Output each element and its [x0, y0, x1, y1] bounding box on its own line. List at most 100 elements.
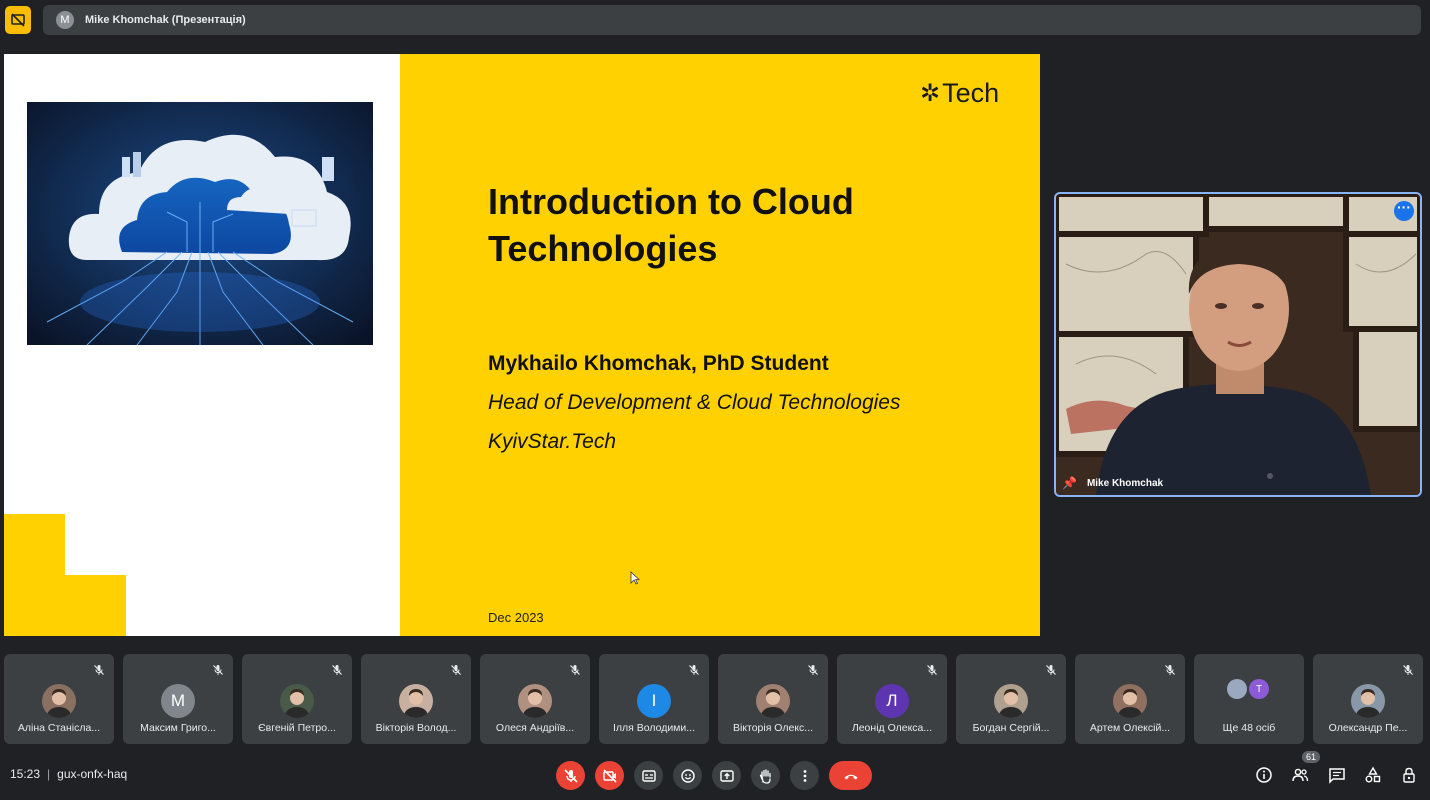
more-actions-button[interactable] [790, 761, 819, 790]
hang-up-icon [844, 774, 857, 779]
slide-date: Dec 2023 [488, 610, 544, 625]
participant-tile[interactable]: M Максим Григо... [123, 654, 233, 744]
meeting-details-button[interactable] [1253, 764, 1275, 786]
mic-muted-icon [1402, 663, 1414, 675]
participant-name: Євгеній Петро... [258, 722, 336, 734]
presenter-label: Mike Khomchak (Презентація) [85, 14, 246, 26]
slide-author: Mykhailo Khomchak, PhD Student [488, 352, 829, 375]
participant-name: Олександр Пе... [1328, 722, 1408, 734]
participant-tile[interactable]: Богдан Сергій... [956, 654, 1066, 744]
participant-tile[interactable]: Олеся Андріїв... [480, 654, 590, 744]
more-options-icon[interactable]: ··· [1394, 200, 1414, 221]
participant-tile[interactable]: Вікторія Олекс... [718, 654, 828, 744]
captions-button[interactable] [634, 761, 663, 790]
participant-tile[interactable]: Вікторія Волод... [361, 654, 471, 744]
current-time: 15:23 [10, 767, 41, 781]
participant-avatar-photo [994, 684, 1028, 718]
more-participants-avatars: Т [1227, 679, 1269, 699]
mic-muted-icon [1045, 663, 1057, 675]
present-screen-icon [719, 769, 734, 782]
mic-muted-icon [688, 663, 700, 675]
mic-muted-icon [331, 663, 343, 675]
participant-avatar-photo [1113, 684, 1147, 718]
participant-name: Артем Олексій... [1089, 722, 1171, 734]
participant-tile[interactable]: Л Леонід Олекса... [837, 654, 947, 744]
participant-name: Ще 48 осіб [1222, 722, 1276, 734]
people-icon [1292, 768, 1309, 782]
chat-icon [1329, 768, 1345, 784]
meeting-info: 15:23 | gux-onfx-haq [10, 767, 128, 781]
reactions-button[interactable] [673, 761, 702, 790]
participant-avatar-letter: І [637, 684, 671, 718]
mic-muted-icon [1164, 663, 1176, 675]
stop-presenting-icon[interactable] [5, 6, 31, 34]
speaker-video-tile[interactable]: ··· 📌 Mike Khomchak [1054, 192, 1422, 497]
slide-yellow-panel [400, 54, 1040, 636]
raise-hand-button[interactable] [751, 761, 780, 790]
presentation-bar[interactable]: M Mike Khomchak (Презентація) [43, 5, 1421, 35]
present-screen-button[interactable] [712, 761, 741, 790]
host-controls-button[interactable] [1398, 764, 1420, 786]
mic-muted-icon [569, 663, 581, 675]
participant-count-badge: 61 [1302, 751, 1321, 763]
emoji-icon [680, 768, 695, 783]
activities-button[interactable] [1362, 764, 1384, 786]
star-logo-icon: ✲ [920, 80, 941, 107]
participant-name: Ілля Володими... [612, 722, 696, 734]
mic-off-icon [563, 768, 578, 783]
mic-muted-icon [93, 663, 105, 675]
participant-tile[interactable]: Аліна Станісла... [4, 654, 114, 744]
participant-avatar-photo [42, 684, 76, 718]
participant-avatar-photo [1351, 684, 1385, 718]
participant-name: Олеся Андріїв... [495, 722, 575, 734]
lock-person-icon [1403, 767, 1415, 783]
presenter-avatar: M [56, 11, 74, 29]
more-vertical-icon [803, 769, 806, 782]
participant-avatar-photo [280, 684, 314, 718]
mic-muted-icon [212, 663, 224, 675]
camera-off-button[interactable] [595, 761, 624, 790]
participant-avatar-letter: Л [875, 684, 909, 718]
cloud-illustration [27, 102, 373, 345]
participants-strip: Аліна Станісла... M Максим Григо... Євгеній… [4, 654, 1423, 744]
captions-icon [641, 769, 656, 782]
participant-tile[interactable]: Євгеній Петро... [242, 654, 352, 744]
participant-tile[interactable]: І Ілля Володими... [599, 654, 709, 744]
mouse-cursor-icon [630, 571, 640, 585]
participant-avatar-photo [756, 684, 790, 718]
participant-avatar-letter: M [161, 684, 195, 718]
participant-tile[interactable]: Олександр Пе... [1313, 654, 1423, 744]
hand-icon [759, 768, 771, 784]
chat-button[interactable] [1326, 764, 1348, 786]
mic-muted-icon [807, 663, 819, 675]
participant-name: Богдан Сергій... [972, 722, 1050, 734]
slide-title: Introduction to Cloud Technologies [488, 181, 854, 269]
participant-name: Леонід Олекса... [851, 722, 933, 734]
pin-icon[interactable]: 📌 [1062, 476, 1077, 490]
participant-name: Вікторія Волод... [375, 722, 457, 734]
kyivstar-tech-logo: ✲ Tech [920, 78, 999, 109]
slide-decor-block [4, 514, 65, 636]
participant-avatar-letter: Т [1249, 679, 1269, 699]
mic-off-button[interactable] [556, 761, 585, 790]
slide-company: KyivStar.Tech [488, 430, 616, 453]
activities-icon [1365, 766, 1381, 783]
presentation-slide: ✲ Tech Introduction to Cloud Technologie… [4, 54, 1040, 636]
speaker-name-label: 📌 Mike Khomchak [1062, 476, 1163, 490]
participant-avatar-photo [399, 684, 433, 718]
participant-avatar-photo [518, 684, 552, 718]
logo-text: Tech [942, 78, 1000, 108]
meeting-code: gux-onfx-haq [57, 767, 128, 781]
people-button[interactable] [1289, 764, 1311, 786]
participant-tile[interactable]: Артем Олексій... [1075, 654, 1185, 744]
participant-tile[interactable]: Т Ще 48 осіб [1194, 654, 1304, 744]
info-icon [1256, 767, 1272, 783]
slide-decor-block [65, 575, 126, 636]
speaker-video [1056, 194, 1420, 495]
participant-name: Вікторія Олекс... [732, 722, 814, 734]
end-call-button[interactable] [829, 761, 872, 790]
speaker-name: Mike Khomchak [1086, 477, 1164, 489]
camera-off-icon [602, 768, 617, 783]
slide-role: Head of Development & Cloud Technologies [488, 391, 901, 414]
mic-muted-icon [450, 663, 462, 675]
